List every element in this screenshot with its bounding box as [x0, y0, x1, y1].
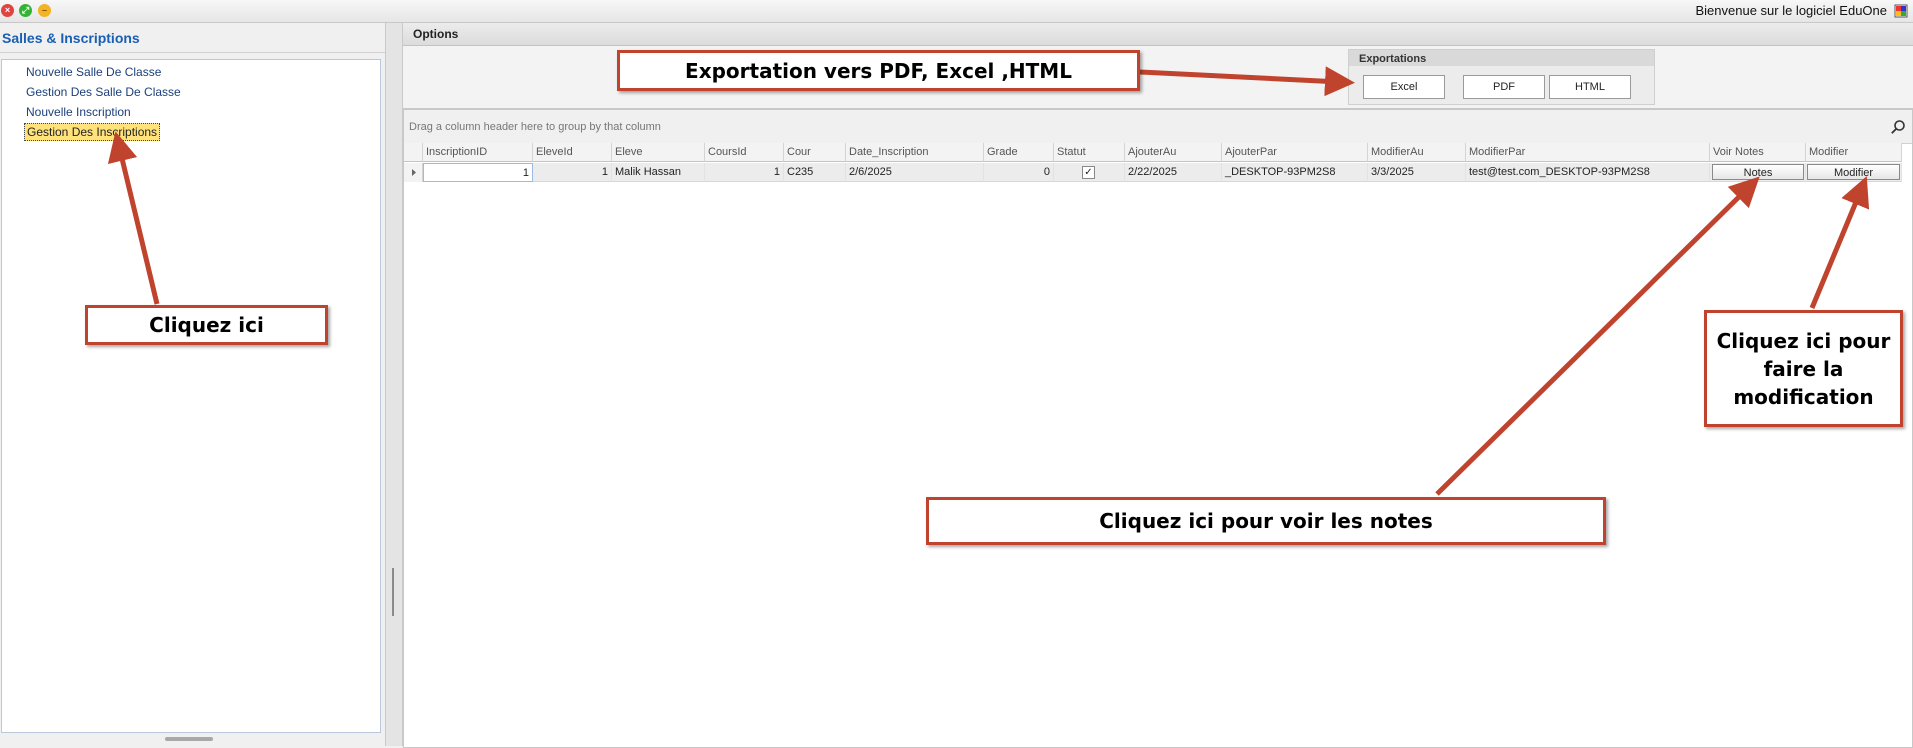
options-bar: Options — [403, 23, 1913, 46]
notes-button[interactable]: Notes — [1712, 164, 1804, 180]
options-label: Options — [413, 27, 459, 41]
group-by-hint: Drag a column header here to group by th… — [409, 121, 661, 133]
cell-date-inscription[interactable]: 2/6/2025 — [846, 163, 984, 182]
modify-callout: Cliquez ici pour faire la modification — [1704, 310, 1903, 427]
nav-item-nouvelle-inscription[interactable]: Nouvelle Inscription — [26, 105, 131, 119]
close-window-button[interactable]: × — [1, 4, 14, 17]
export-excel-button[interactable]: Excel — [1363, 75, 1445, 99]
column-header-modifierpar[interactable]: ModifierPar — [1466, 143, 1710, 162]
nav-list: Nouvelle Salle De Classe Gestion Des Sal… — [1, 59, 381, 733]
cell-coursid[interactable]: 1 — [705, 163, 784, 182]
cell-statut[interactable]: ✓ — [1054, 163, 1125, 182]
cell-eleveid[interactable]: 1 — [533, 163, 612, 182]
exportations-title: Exportations — [1359, 53, 1427, 65]
welcome-text: Bienvenue sur le logiciel EduOne — [1695, 3, 1887, 18]
left-navigation-panel: Salles & Inscriptions Nouvelle Salle De … — [0, 23, 386, 746]
minimize-window-button[interactable]: – — [38, 4, 51, 17]
exportations-header: Exportations — [1349, 50, 1654, 66]
column-header-grade[interactable]: Grade — [984, 143, 1054, 162]
column-header-date-inscription[interactable]: Date_Inscription — [846, 143, 984, 162]
column-header-modifier[interactable]: Modifier — [1806, 143, 1902, 162]
row-indicator-header — [404, 143, 423, 162]
cell-grade[interactable]: 0 — [984, 163, 1054, 182]
modifier-button[interactable]: Modifier — [1807, 164, 1900, 180]
column-header-eleveid[interactable]: EleveId — [533, 143, 612, 162]
cell-cour[interactable]: C235 — [784, 163, 846, 182]
nav-item-gestion-salle[interactable]: Gestion Des Salle De Classe — [26, 85, 181, 99]
horizontal-scrollbar-thumb[interactable] — [165, 737, 213, 741]
export-callout: Exportation vers PDF, Excel ,HTML — [617, 50, 1140, 91]
panel-splitter[interactable] — [386, 23, 403, 746]
title-bar: × ⤢ – Bienvenue sur le logiciel EduOne — [0, 0, 1913, 23]
exportations-group: Exportations Excel PDF HTML — [1348, 49, 1655, 105]
divider — [0, 52, 385, 53]
cell-ajouterpar[interactable]: _DESKTOP-93PM2S8 — [1222, 163, 1368, 182]
cell-ajouterau[interactable]: 2/22/2025 — [1125, 163, 1222, 182]
column-header-cour[interactable]: Cour — [784, 143, 846, 162]
column-header-modifierau[interactable]: ModifierAu — [1368, 143, 1466, 162]
row-indicator[interactable] — [404, 163, 423, 182]
group-by-panel[interactable]: Drag a column header here to group by th… — [404, 110, 1912, 144]
column-header-voir-notes[interactable]: Voir Notes — [1710, 143, 1806, 162]
column-header-coursid[interactable]: CoursId — [705, 143, 784, 162]
nav-item-gestion-inscriptions[interactable]: Gestion Des Inscriptions — [24, 123, 161, 141]
export-pdf-button[interactable]: PDF — [1463, 75, 1545, 99]
cell-voir-notes: Notes — [1710, 163, 1806, 182]
inscriptions-grid: Drag a column header here to group by th… — [403, 109, 1913, 748]
cell-modifier: Modifier — [1806, 163, 1902, 182]
app-logo-icon — [1894, 4, 1908, 18]
maximize-window-button[interactable]: ⤢ — [19, 4, 32, 17]
cell-modifierpar[interactable]: test@test.com_DESKTOP-93PM2S8 — [1466, 163, 1710, 182]
cell-modifierau[interactable]: 3/3/2025 — [1368, 163, 1466, 182]
column-header-eleve[interactable]: Eleve — [612, 143, 705, 162]
current-row-icon — [412, 169, 416, 176]
column-header-ajouterau[interactable]: AjouterAu — [1125, 143, 1222, 162]
cell-eleve[interactable]: Malik Hassan — [612, 163, 705, 182]
column-header-ajouterpar[interactable]: AjouterPar — [1222, 143, 1368, 162]
cell-inscriptionid[interactable]: 1 — [423, 163, 533, 182]
panel-title: Salles & Inscriptions — [2, 30, 140, 46]
notes-callout: Cliquez ici pour voir les notes — [926, 497, 1606, 545]
splitter-grip[interactable] — [392, 568, 394, 616]
column-header-inscriptionid[interactable]: InscriptionID — [423, 143, 533, 162]
nav-item-nouvelle-salle[interactable]: Nouvelle Salle De Classe — [26, 65, 161, 79]
column-header-statut[interactable]: Statut — [1054, 143, 1125, 162]
statut-checkbox[interactable]: ✓ — [1082, 166, 1095, 179]
click-here-callout: Cliquez ici — [85, 305, 328, 345]
search-icon[interactable] — [1890, 119, 1906, 135]
export-html-button[interactable]: HTML — [1549, 75, 1631, 99]
